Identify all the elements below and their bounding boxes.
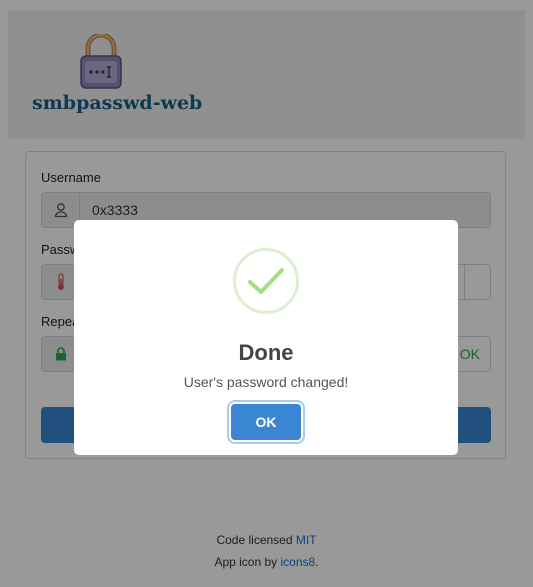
success-check-icon <box>233 248 299 314</box>
success-dialog: Done User's password changed! OK <box>74 220 458 455</box>
dialog-message: User's password changed! <box>183 374 349 390</box>
dialog-title: Done <box>238 340 294 365</box>
ok-button[interactable]: OK <box>231 404 301 440</box>
